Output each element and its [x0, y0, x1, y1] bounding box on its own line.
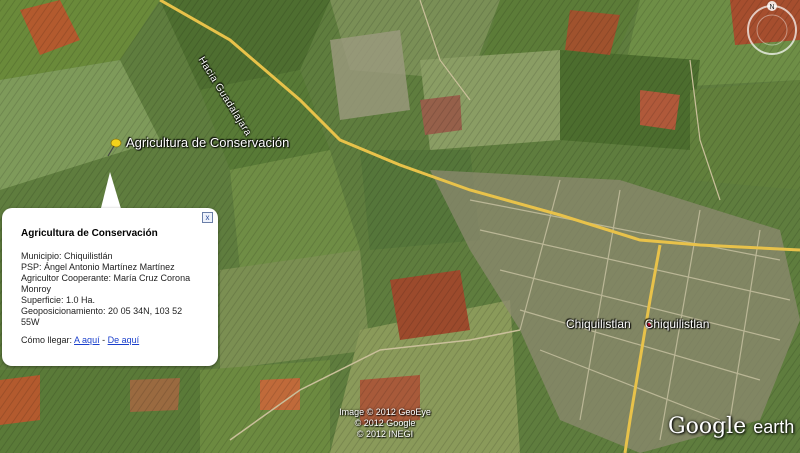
balloon-details: Municipio: Chiquilistlán PSP: Ángel Anto… — [21, 251, 201, 328]
directions-to-here-link[interactable]: A aquí — [74, 335, 100, 345]
attribution-geoeye: Image © 2012 GeoEye — [339, 407, 431, 417]
town-label-secondary: Chiquilistlan — [644, 317, 710, 331]
detail-geoposicion: Geoposicionamiento: 20 05 34N, 103 52 55… — [21, 306, 183, 327]
attribution-inegi: © 2012 INEGI — [356, 429, 414, 439]
info-balloon: x Agricultura de Conservación Municipio:… — [2, 208, 218, 366]
balloon-title: Agricultura de Conservación — [21, 228, 158, 239]
town-label[interactable]: Chiquilistlan Chiquilistlan — [566, 317, 709, 331]
imagery-attribution: Image © 2012 GeoEye © 2012 Google © 2012… — [320, 407, 450, 440]
detail-agricultor: Agricultor Cooperante: María Cruz Corona… — [21, 273, 191, 294]
google-earth-logo: Google earth — [668, 414, 794, 439]
directions-from-here-link[interactable]: De aquí — [108, 335, 140, 345]
town-label-primary: Chiquilistlan — [566, 317, 631, 331]
detail-superficie: Superficie: 1.0 Ha. — [21, 295, 96, 305]
logo-google-text: Google — [668, 414, 747, 439]
compass-icon[interactable]: N — [740, 0, 800, 60]
detail-psp: PSP: Ángel Antonio Martínez Martínez — [21, 262, 175, 272]
detail-municipio: Municipio: Chiquilistlán — [21, 251, 113, 261]
directions-separator: - — [102, 335, 106, 345]
balloon-tail — [100, 172, 122, 212]
placemark-label[interactable]: Agricultura de Conservación — [126, 135, 289, 150]
logo-earth-text: earth — [753, 417, 795, 437]
attribution-google: © 2012 Google — [354, 418, 416, 428]
placemark-pin-icon[interactable] — [106, 137, 122, 157]
directions-row: Cómo llegar: A aquí - De aquí — [21, 335, 139, 345]
balloon-close-button[interactable]: x — [202, 212, 213, 223]
directions-label: Cómo llegar: — [21, 335, 73, 345]
compass-north-letter: N — [769, 4, 774, 11]
